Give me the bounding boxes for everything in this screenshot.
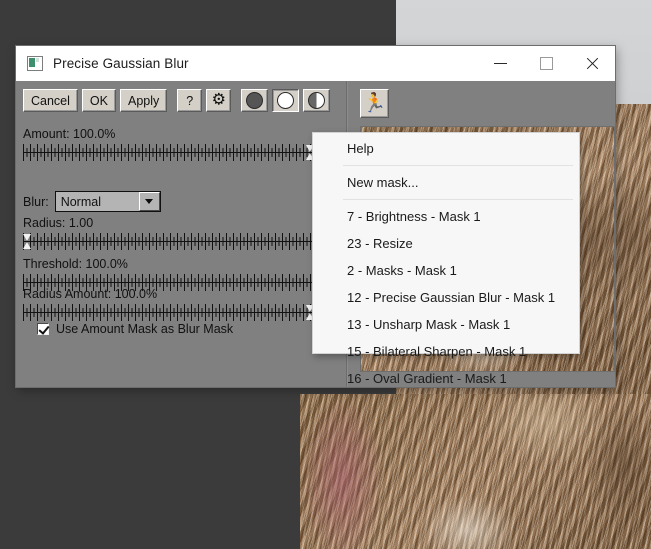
minimize-button[interactable] xyxy=(477,46,523,80)
radius-slider-thumb[interactable] xyxy=(23,234,32,249)
apply-button[interactable]: Apply xyxy=(120,89,167,112)
radius-slider-ticks-minor xyxy=(23,237,341,246)
cancel-button[interactable]: Cancel xyxy=(23,89,78,112)
circle-half-icon xyxy=(308,92,325,109)
use-amount-mask-row[interactable]: Use Amount Mask as Blur Mask xyxy=(37,322,233,336)
close-button[interactable] xyxy=(569,46,615,80)
circle-dark-icon xyxy=(246,92,263,109)
ok-button[interactable]: OK xyxy=(82,89,116,112)
blur-mode-value: Normal xyxy=(56,195,139,209)
settings-button[interactable] xyxy=(206,89,231,112)
radius-amount-label: Radius Amount: 100.0% xyxy=(23,287,157,301)
chevron-down-icon[interactable] xyxy=(139,192,160,211)
maximize-button[interactable] xyxy=(523,46,569,80)
menu-item-brightness[interactable]: 7 - Brightness - Mask 1 xyxy=(313,203,579,230)
amount-label: Amount: 100.0% xyxy=(23,127,115,141)
preview-mode-dark-button[interactable] xyxy=(241,89,268,112)
menu-item-unsharp-mask[interactable]: 13 - Unsharp Mask - Mask 1 xyxy=(313,311,579,338)
blur-label: Blur: xyxy=(23,195,49,209)
bird-feather-image-bottom xyxy=(300,394,651,549)
threshold-label: Threshold: 100.0% xyxy=(23,257,128,271)
menu-item-help[interactable]: Help xyxy=(313,135,579,162)
circle-light-icon xyxy=(277,92,294,109)
menu-separator-2 xyxy=(343,199,573,200)
menu-separator-1 xyxy=(343,165,573,166)
menu-item-precise-gaussian-blur[interactable]: 12 - Precise Gaussian Blur - Mask 1 xyxy=(313,284,579,311)
menu-item-oval-gradient[interactable]: 16 - Oval Gradient - Mask 1 xyxy=(313,365,579,392)
radius-amount-slider-ticks-minor xyxy=(23,308,313,317)
use-amount-mask-checkbox[interactable] xyxy=(37,323,49,335)
app-icon xyxy=(27,56,43,71)
radius-label: Radius: 1.00 xyxy=(23,216,93,230)
radius-slider[interactable] xyxy=(23,233,341,250)
gear-icon xyxy=(212,94,226,108)
threshold-slider-ticks-minor xyxy=(23,278,341,287)
amount-slider[interactable] xyxy=(23,144,313,161)
menu-item-bilateral-sharpen[interactable]: 15 - Bilateral Sharpen - Mask 1 xyxy=(313,338,579,365)
mask-context-menu: Help New mask... 7 - Brightness - Mask 1… xyxy=(312,132,580,354)
menu-item-masks[interactable]: 2 - Masks - Mask 1 xyxy=(313,257,579,284)
menu-item-resize[interactable]: 23 - Resize xyxy=(313,230,579,257)
running-person-icon: 🏃 xyxy=(363,94,387,113)
radius-amount-slider[interactable] xyxy=(23,304,313,321)
blur-mode-select[interactable]: Normal xyxy=(55,191,161,212)
maximize-icon xyxy=(540,57,553,70)
amount-slider-ticks-minor xyxy=(23,148,313,157)
minimize-icon xyxy=(494,63,507,64)
dialog-toolbar: Cancel OK Apply ? xyxy=(23,89,334,112)
preview-mode-half-button[interactable] xyxy=(303,89,330,112)
dialog-title: Precise Gaussian Blur xyxy=(53,56,189,71)
run-button[interactable]: 🏃 xyxy=(360,89,389,118)
blur-mode-row: Blur: Normal xyxy=(23,191,161,212)
help-button[interactable]: ? xyxy=(177,89,202,112)
use-amount-mask-label: Use Amount Mask as Blur Mask xyxy=(56,322,233,336)
preview-mode-light-button[interactable] xyxy=(272,89,299,112)
dialog-titlebar[interactable]: Precise Gaussian Blur xyxy=(16,46,615,81)
close-icon xyxy=(586,57,599,70)
settings-pane: Cancel OK Apply ? Amo xyxy=(16,81,346,387)
menu-item-new-mask[interactable]: New mask... xyxy=(313,169,579,196)
